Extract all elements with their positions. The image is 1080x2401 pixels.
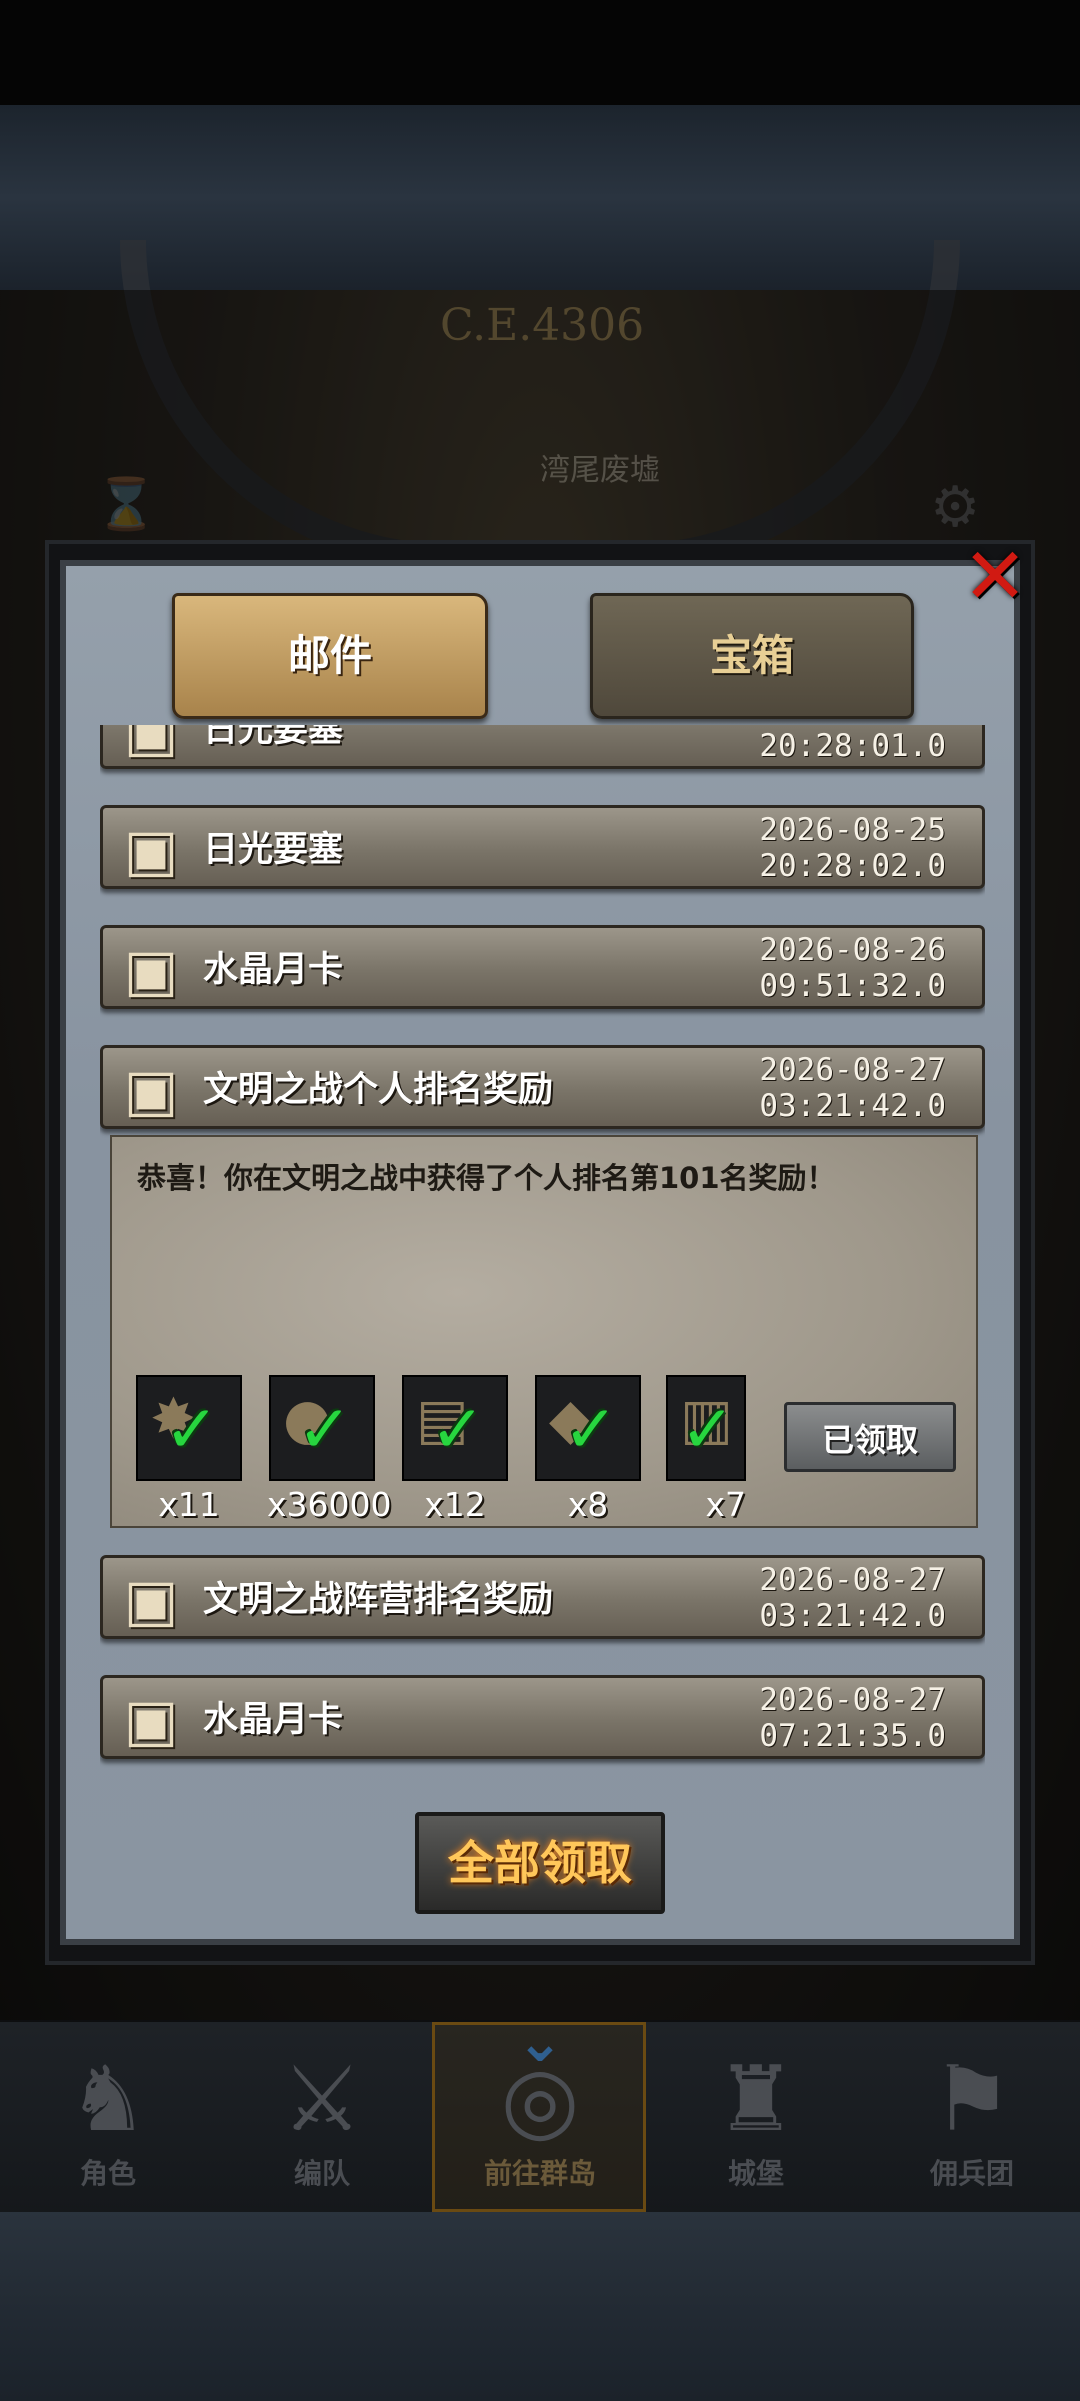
- compass-icon: ◎: [500, 2047, 580, 2152]
- mail-title: 文明之战个人排名奖励: [203, 1070, 554, 1110]
- claimed-button[interactable]: 已领取: [784, 1402, 956, 1472]
- check-icon: ✓: [297, 1391, 353, 1468]
- reward-qty: x7: [705, 1485, 746, 1524]
- mercenary-icon: ⚑: [931, 2047, 1013, 2152]
- close-icon[interactable]: ✕: [955, 535, 1035, 620]
- nav-item-castle[interactable]: ♜ 城堡: [681, 2040, 831, 2192]
- mail-title: 日光要塞: [203, 830, 344, 870]
- bottom-banner: [0, 2212, 1080, 2401]
- tab-chest[interactable]: 宝箱: [590, 593, 914, 719]
- reward-item[interactable]: ✸ ✓ x11: [134, 1375, 244, 1524]
- nav-label: 编队: [293, 2157, 350, 2190]
- mail-item[interactable]: ▣ 水晶月卡 2026-08-27 07:21:35.0: [100, 1675, 985, 1759]
- reward-slot: ✸ ✓: [136, 1375, 242, 1481]
- mail-title: 文明之战阵营排名奖励: [203, 1580, 554, 1620]
- nav-label: 佣兵团: [929, 2157, 1014, 2190]
- nav-label: 城堡: [727, 2157, 784, 2190]
- reward-qty: x8: [567, 1485, 609, 1524]
- mail-date: 2026-08-27: [759, 1682, 946, 1718]
- check-icon: ✓: [164, 1391, 220, 1468]
- mail-title: 水晶月卡: [203, 1700, 344, 1740]
- mail-item-expanded-header[interactable]: ▣ 文明之战个人排名奖励 2026-08-27 03:21:42.0: [100, 1045, 985, 1129]
- mail-time: 07:21:35.0: [759, 1718, 946, 1754]
- reward-slot: ◆ ✓: [535, 1375, 641, 1481]
- reward-qty: x11: [158, 1485, 220, 1524]
- chest-icon: ▣: [123, 816, 179, 884]
- mail-item[interactable]: ▣ 日光要塞 20:28:01.0: [100, 725, 985, 769]
- reward-item[interactable]: ● ✓ x36000: [267, 1375, 392, 1524]
- reward-slot: ▤ ✓: [402, 1375, 508, 1481]
- mail-body: 恭喜！你在文明之战中获得了个人排名第101名奖励！ ✸ ✓ x11 ● ✓ x3…: [110, 1135, 978, 1528]
- reward-qty: x12: [424, 1485, 486, 1524]
- mail-date: 2026-08-27: [759, 1562, 946, 1598]
- mail-item[interactable]: ▣ 文明之战阵营排名奖励 2026-08-27 03:21:42.0: [100, 1555, 985, 1639]
- chest-icon: ▣: [123, 1566, 179, 1634]
- reward-item[interactable]: ◆ ✓ x8: [533, 1375, 643, 1524]
- reward-qty: x36000: [267, 1485, 392, 1524]
- formation-icon: ⚔: [281, 2047, 363, 2152]
- mail-title: 水晶月卡: [203, 950, 344, 990]
- nav-label: 角色: [79, 2157, 136, 2190]
- mail-list[interactable]: ▣ 日光要塞 20:28:01.0 ▣ 日光要塞 2026-08-25 20:2…: [100, 725, 985, 1775]
- mail-title: 日光要塞: [203, 725, 344, 750]
- reward-item[interactable]: ▥ ✓ x7: [666, 1375, 746, 1524]
- reward-item[interactable]: ▤ ✓ x12: [400, 1375, 510, 1524]
- mail-date: 2026-08-26: [759, 932, 946, 968]
- nav-item-formation[interactable]: ⚔ 编队: [247, 2040, 397, 2192]
- check-icon: ✓: [430, 1391, 486, 1468]
- nav-item-islands[interactable]: ◎ 前往群岛: [465, 2040, 615, 2192]
- check-icon: ✓: [680, 1391, 736, 1468]
- reward-slot: ▥ ✓: [666, 1375, 746, 1481]
- mail-item[interactable]: ▣ 水晶月卡 2026-08-26 09:51:32.0: [100, 925, 985, 1009]
- nav-item-character[interactable]: ♞ 角色: [33, 2040, 183, 2192]
- mail-date: 2026-08-25: [759, 812, 946, 848]
- chest-icon: ▣: [123, 936, 179, 1004]
- mail-time: 20:28:01.0: [759, 728, 946, 764]
- mail-message: 恭喜！你在文明之战中获得了个人排名第101名奖励！: [137, 1161, 836, 1195]
- chest-open-icon: ▣: [123, 1056, 179, 1124]
- mail-item[interactable]: ▣ 日光要塞 2026-08-25 20:28:02.0: [100, 805, 985, 889]
- knight-icon: ♞: [67, 2047, 149, 2152]
- mail-date: 2026-08-27: [759, 1052, 946, 1088]
- mail-time: 03:21:42.0: [759, 1088, 946, 1124]
- mail-time: 03:21:42.0: [759, 1598, 946, 1634]
- mail-time: 09:51:32.0: [759, 968, 946, 1004]
- reward-slot: ● ✓: [269, 1375, 375, 1481]
- tab-mail[interactable]: 邮件: [172, 593, 488, 719]
- check-icon: ✓: [563, 1391, 619, 1468]
- chest-closed-icon: ▣: [123, 1686, 179, 1754]
- nav-item-mercenary[interactable]: ⚑ 佣兵团: [897, 2040, 1047, 2192]
- status-bar: [0, 0, 1080, 105]
- chest-icon: ▣: [123, 725, 179, 764]
- claim-all-button[interactable]: 全部领取: [415, 1812, 665, 1914]
- mail-time: 20:28:02.0: [759, 848, 946, 884]
- nav-label: 前往群岛: [483, 2157, 596, 2190]
- castle-icon: ♜: [715, 2047, 797, 2152]
